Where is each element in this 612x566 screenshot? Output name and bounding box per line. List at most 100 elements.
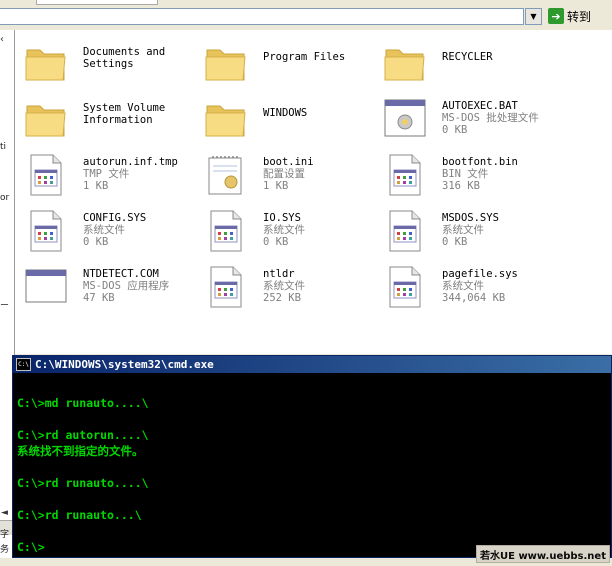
file-name: Program Files [263,51,346,63]
cmd-title: C:\WINDOWS\system32\cmd.exe [35,358,214,371]
cmd-line: C:\>md runauto....\ [17,396,149,410]
file-type: MS-DOS 应用程序 [83,280,170,292]
file-name: WINDOWS [263,107,308,119]
cmd-output[interactable]: C:\>md runauto....\ C:\>rd autorun....\ … [13,373,611,561]
file-info: AUTOEXEC.BAT MS-DOS 批处理文件 0 KB [442,100,539,136]
cmd-window[interactable]: C:\ C:\WINDOWS\system32\cmd.exe C:\>md r… [12,355,612,558]
system-file-icon [203,264,249,310]
file-info: IO.SYS 系统文件 0 KB [263,212,305,248]
system-file-icon [382,264,428,310]
left-pane-text: or [0,193,10,203]
file-item[interactable]: IO.SYS 系统文件 0 KB [203,206,373,256]
file-type: 系统文件 [442,224,484,236]
file-info: Program Files [263,51,345,63]
cmd-line: C:\>rd runauto...\ [17,508,142,522]
text-file-icon [382,152,428,198]
folder-icon [203,40,249,86]
file-item[interactable]: boot.ini 配置设置 1 KB [203,150,373,200]
application-icon [23,264,69,310]
file-name: System Volume Information [83,102,166,126]
scroll-left-icon[interactable]: ◄ [1,508,8,518]
file-type: 系统文件 [83,224,125,236]
file-name: RECYCLER [442,51,493,63]
file-info: boot.ini 配置设置 1 KB [263,156,314,192]
system-file-icon [23,208,69,254]
file-info: ntldr 系统文件 252 KB [263,268,305,304]
left-pane-text: 字 [0,530,10,540]
file-item[interactable]: Program Files [203,38,373,88]
file-list-view: Documents and Settings Program Files RECYC… [15,30,612,354]
cmd-line [17,459,607,475]
file-item[interactable]: Documents and Settings [23,38,193,88]
file-name: Documents and Settings [83,46,166,70]
watermark: 若水UE www.uebbs.net [476,545,610,563]
file-item[interactable]: System Volume Information [23,94,193,144]
console-icon: C:\ [16,358,31,371]
go-label: 转到 [567,9,592,24]
file-type: 系统文件 [263,280,305,292]
cmd-line [17,523,607,539]
cmd-line [17,411,607,427]
file-item[interactable]: NTDETECT.COM MS-DOS 应用程序 47 KB [23,262,193,312]
file-item[interactable]: pagefile.sys 系统文件 344,064 KB [382,262,552,312]
file-size: 344,064 KB [442,292,506,304]
cmd-line: 系统找不到指定的文件。 [17,444,144,458]
file-info: CONFIG.SYS 系统文件 0 KB [83,212,146,248]
file-name: ntldr [263,268,295,280]
file-type: TMP 文件 [83,168,130,180]
file-name: bootfont.bin [442,156,518,168]
file-size: 0 KB [83,236,109,248]
file-name: autorun.inf.tmp [83,156,178,168]
file-name: AUTOEXEC.BAT [442,100,518,112]
file-size: 47 KB [83,292,115,304]
file-size: 252 KB [263,292,301,304]
file-size: 1 KB [263,180,289,192]
file-item[interactable]: RECYCLER [382,38,552,88]
file-size: 1 KB [83,180,109,192]
file-item[interactable]: bootfont.bin BIN 文件 316 KB [382,150,552,200]
file-item[interactable]: MSDOS.SYS 系统文件 0 KB [382,206,552,256]
window-edge [36,0,158,5]
folder-icon [23,96,69,142]
file-size: 0 KB [442,124,468,136]
arrow-right-icon: ➔ [548,8,564,24]
batch-file-icon [382,96,428,142]
folder-icon [23,40,69,86]
chevron-left-icon[interactable]: ‹ [0,34,4,45]
left-pane-text: 务 [0,545,10,555]
file-item[interactable]: CONFIG.SYS 系统文件 0 KB [23,206,193,256]
file-info: autorun.inf.tmp TMP 文件 1 KB [83,156,178,192]
file-name: MSDOS.SYS [442,212,499,224]
file-info: MSDOS.SYS 系统文件 0 KB [442,212,499,248]
file-info: pagefile.sys 系统文件 344,064 KB [442,268,518,304]
address-bar: ▼ ➔ 转到 [0,0,612,31]
file-name: NTDETECT.COM [83,268,159,280]
cmd-line: C:\>rd runauto....\ [17,476,149,490]
file-name: CONFIG.SYS [83,212,147,224]
file-info: Documents and Settings [83,46,165,70]
chevron-down-icon[interactable]: ▼ [525,8,542,25]
file-type: 系统文件 [442,280,484,292]
file-name: IO.SYS [263,212,301,224]
file-info: NTDETECT.COM MS-DOS 应用程序 47 KB [83,268,169,304]
left-pane-text: ー [0,301,10,311]
cmd-title-bar[interactable]: C:\ C:\WINDOWS\system32\cmd.exe [13,356,611,373]
cmd-line [17,379,607,395]
cmd-line: C:\>rd autorun....\ [17,428,149,442]
file-item[interactable]: ntldr 系统文件 252 KB [203,262,373,312]
cmd-line [17,491,607,507]
file-type: MS-DOS 批处理文件 [442,112,539,124]
address-input[interactable] [0,8,524,25]
folder-icon [203,96,249,142]
file-item[interactable]: AUTOEXEC.BAT MS-DOS 批处理文件 0 KB [382,94,552,144]
file-info: bootfont.bin BIN 文件 316 KB [442,156,518,192]
file-item[interactable]: autorun.inf.tmp TMP 文件 1 KB [23,150,193,200]
file-type: 系统文件 [263,224,305,236]
folder-icon [382,40,428,86]
go-button[interactable]: ➔ 转到 [548,6,602,26]
system-file-icon [203,208,249,254]
file-type: 配置设置 [263,168,305,180]
file-size: 316 KB [442,180,480,192]
file-size: 0 KB [442,236,468,248]
file-item[interactable]: WINDOWS [203,94,373,144]
